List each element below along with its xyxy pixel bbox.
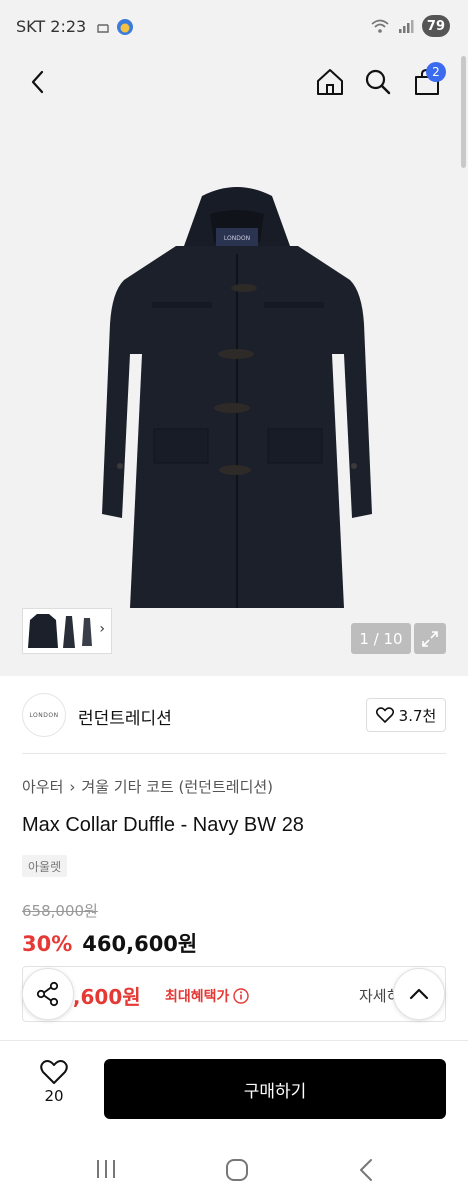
- product-gallery[interactable]: 2 LONDON › 1 / 10: [0, 56, 468, 676]
- heart-icon: [40, 1060, 68, 1084]
- android-back-icon[interactable]: [356, 1157, 376, 1183]
- outlet-tag: 아울렛: [22, 855, 68, 877]
- sale-price: 460,600원: [82, 932, 198, 956]
- share-button[interactable]: [22, 968, 74, 1020]
- breadcrumb-item-category[interactable]: 겨울 기타 코트 (런던트레디션): [81, 776, 273, 797]
- heart-icon: [375, 707, 394, 723]
- expand-image-button[interactable]: [414, 623, 446, 654]
- thumbnail-coat-front[interactable]: [27, 612, 59, 650]
- chevron-up-icon: [409, 988, 429, 1000]
- wishlist-button[interactable]: 20: [30, 1059, 78, 1105]
- status-time: SKT 2:23: [16, 17, 87, 36]
- brand-logo[interactable]: LONDON: [22, 693, 66, 737]
- product-title: Max Collar Duffle - Navy BW 28: [22, 814, 304, 836]
- thumbnail-coat-side[interactable]: [61, 612, 77, 650]
- notification-icons: [96, 18, 134, 36]
- status-bar: SKT 2:23 79: [0, 0, 468, 56]
- brand-logo-text: LONDON: [29, 711, 59, 719]
- breadcrumb: 아우터 › 겨울 기타 코트 (런던트레디션): [22, 776, 273, 797]
- home-button[interactable]: [312, 64, 348, 100]
- share-icon: [36, 981, 59, 1007]
- scrollbar[interactable]: [461, 56, 466, 168]
- chevron-right-icon: ›: [69, 777, 76, 796]
- brand-like-count: 3.7천: [398, 706, 437, 725]
- android-home-icon[interactable]: [225, 1158, 249, 1182]
- purchase-bar: 20 구매하기: [0, 1040, 468, 1140]
- divider: [22, 753, 446, 754]
- original-price: 658,000원: [22, 902, 98, 920]
- wifi-icon: [371, 19, 389, 33]
- app-notification-icon: [117, 19, 133, 35]
- recent-apps-icon[interactable]: [94, 1158, 118, 1180]
- android-navigation-bar: [0, 1140, 468, 1200]
- image-counter: 1 / 10: [351, 623, 411, 654]
- max-benefit-box[interactable]: 0,600원 최대혜택가 자세히: [22, 966, 446, 1022]
- cart-count-badge: 2: [426, 62, 446, 82]
- bag-notification-icon: [97, 24, 109, 33]
- search-icon: [365, 69, 391, 95]
- buy-button[interactable]: 구매하기: [104, 1059, 446, 1119]
- back-button[interactable]: [20, 64, 56, 100]
- chevron-right-icon[interactable]: ›: [99, 621, 105, 637]
- benefit-label: 최대혜택가: [165, 986, 250, 1006]
- discount-rate: 30%: [22, 932, 73, 956]
- home-icon: [317, 69, 343, 95]
- scroll-top-button[interactable]: [393, 968, 445, 1020]
- system-icons: 79: [370, 15, 450, 37]
- product-image[interactable]: LONDON: [92, 184, 382, 608]
- brand-name[interactable]: 런던트레디션: [78, 704, 172, 729]
- svg-text:LONDON: LONDON: [224, 235, 250, 242]
- search-button[interactable]: [360, 64, 396, 100]
- thumbnail-strip[interactable]: ›: [22, 608, 112, 654]
- brand-like-button[interactable]: 3.7천: [366, 698, 446, 732]
- battery-indicator: 79: [421, 15, 450, 37]
- wishlist-count: 20: [44, 1087, 64, 1105]
- benefit-label-text: 최대혜택가: [165, 989, 230, 1005]
- expand-icon: [422, 630, 438, 647]
- thumbnail-coat-back[interactable]: [79, 612, 95, 650]
- price-row: 30% 460,600원: [22, 928, 197, 958]
- breadcrumb-item-outer[interactable]: 아우터: [22, 776, 63, 797]
- chevron-left-icon: [31, 70, 44, 94]
- info-icon[interactable]: [233, 988, 250, 1004]
- signal-icon: [398, 20, 414, 33]
- brand-row[interactable]: LONDON 런던트레디션 3.7천: [0, 676, 468, 754]
